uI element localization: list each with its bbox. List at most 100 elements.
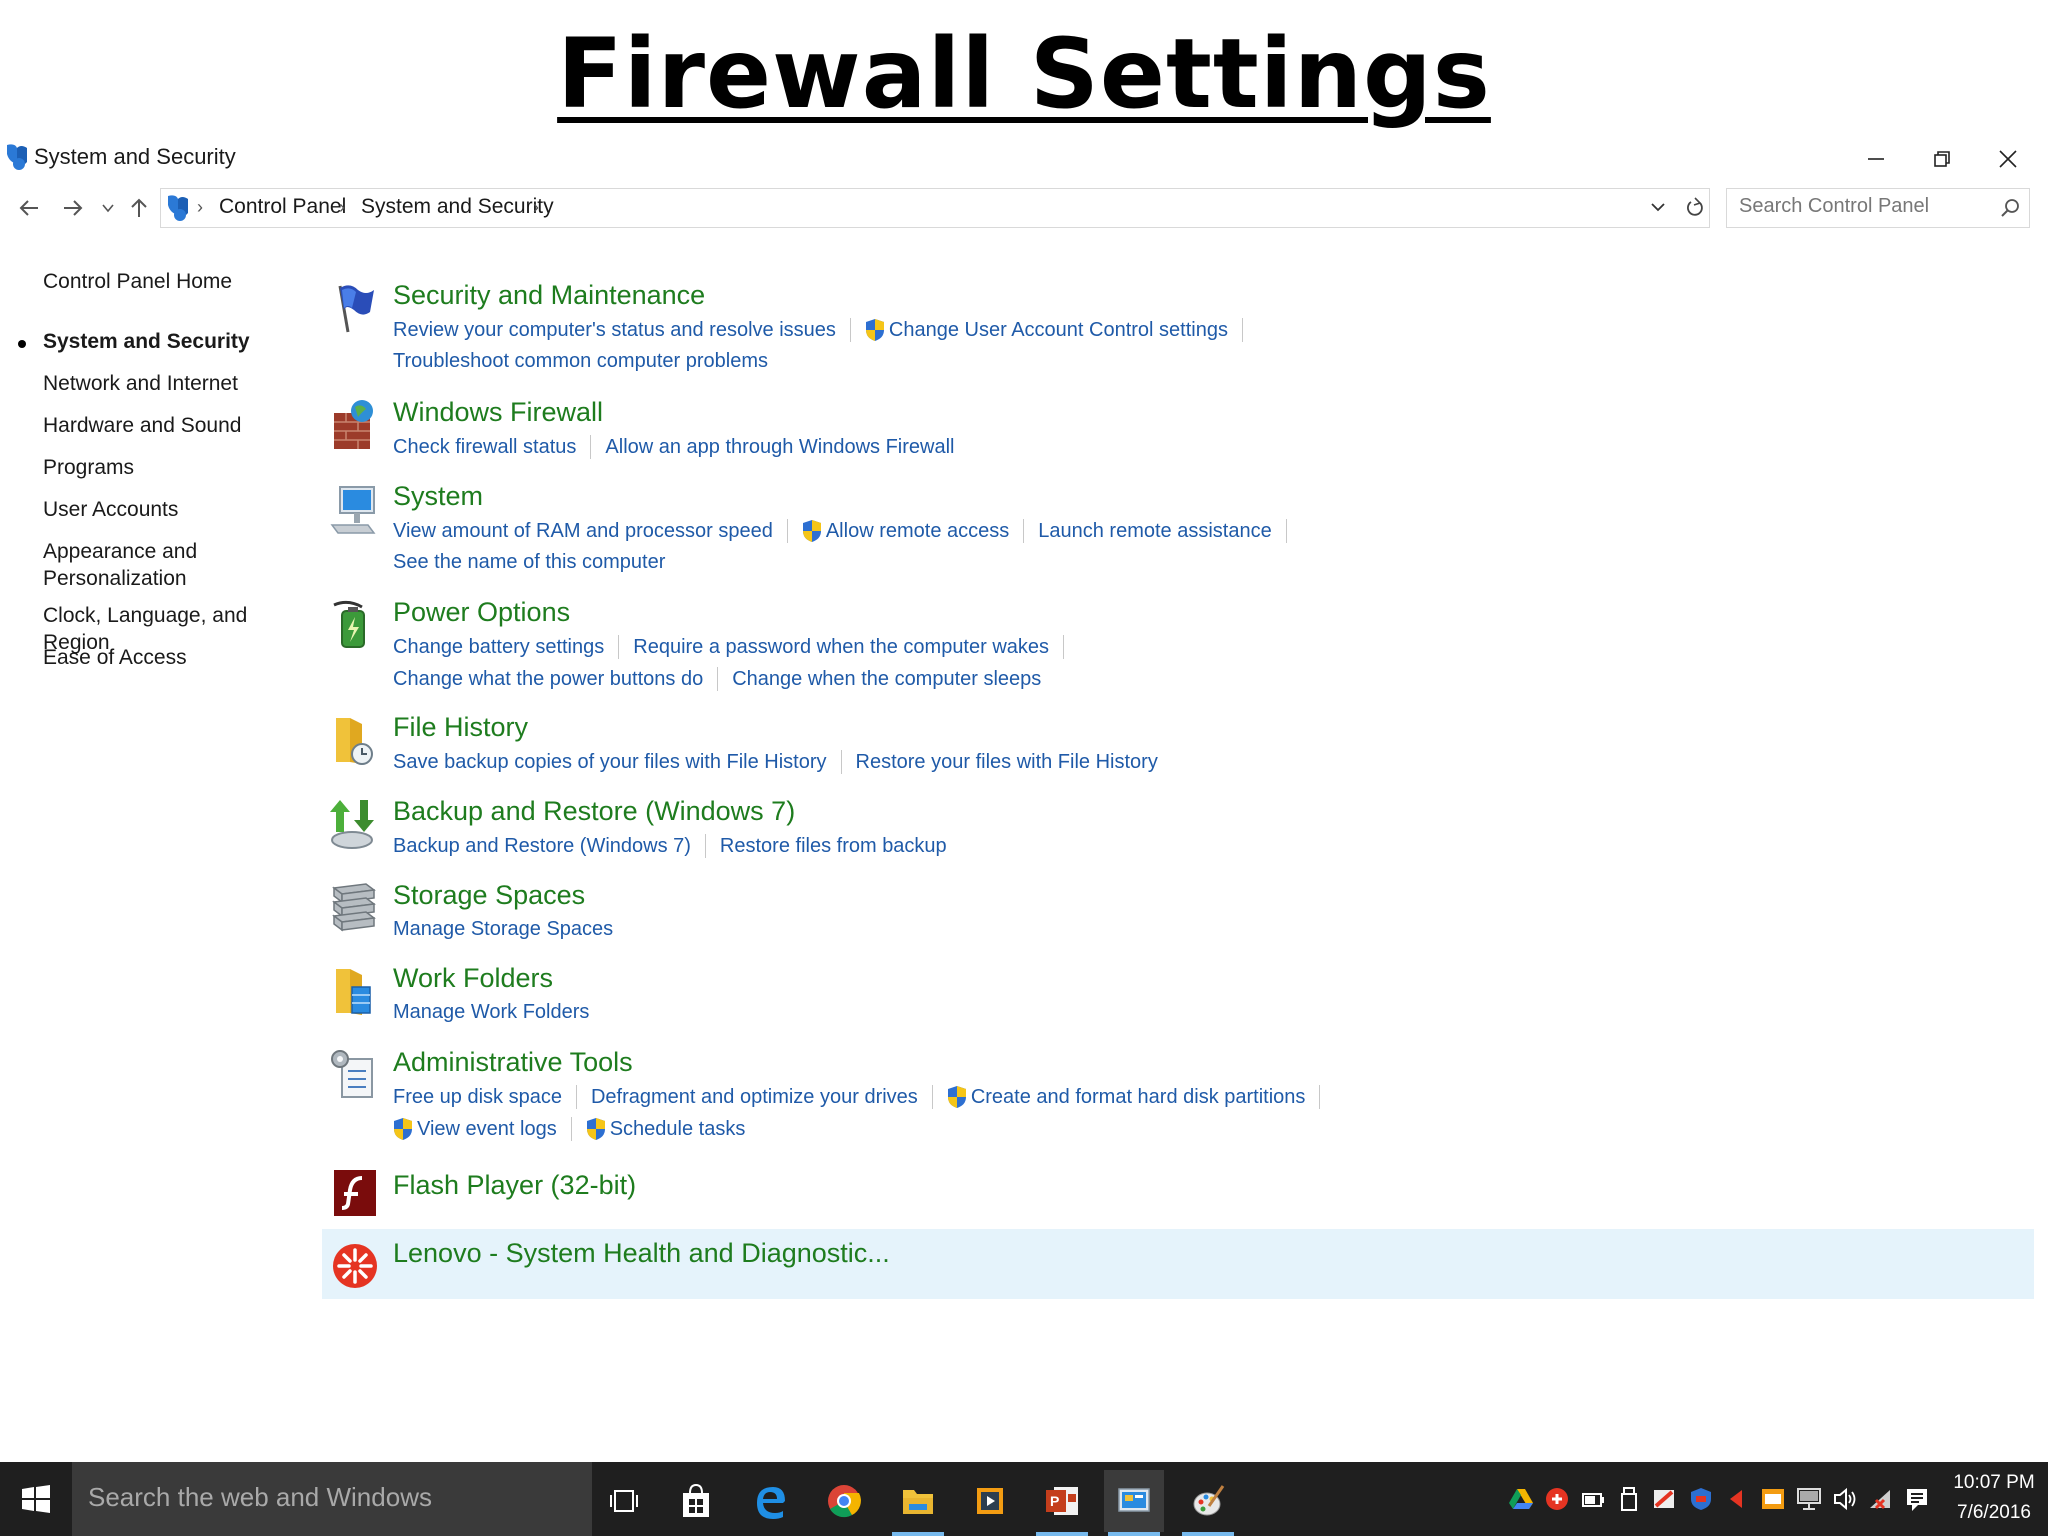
action-center-icon[interactable] [1904,1486,1930,1512]
breadcrumb-chevron-icon[interactable]: › [339,197,345,218]
category-title[interactable]: Backup and Restore (Windows 7) [393,796,795,827]
category-title[interactable]: System [393,481,483,512]
link-troubleshoot[interactable]: Troubleshoot common computer problems [393,350,768,373]
task-view-button[interactable] [594,1470,654,1532]
close-icon [1999,150,2017,168]
close-button[interactable] [1978,138,2038,180]
search-box[interactable] [1726,188,2030,228]
store-button[interactable] [666,1470,726,1532]
minimize-button[interactable] [1846,138,1906,180]
link-launch-remote-assistance[interactable]: Launch remote assistance [1038,520,1271,543]
nav-hardware-and-sound[interactable]: Hardware and Sound [43,412,293,439]
link-allow-app-firewall[interactable]: Allow an app through Windows Firewall [605,436,954,459]
up-button[interactable] [122,190,156,226]
link-computer-sleeps[interactable]: Change when the computer sleeps [732,668,1041,691]
wifi-tray-icon[interactable] [1868,1486,1894,1512]
link-view-event-logs[interactable]: View event logs [417,1118,557,1141]
breadcrumb-system-and-security[interactable]: System and Security [361,195,554,219]
category-title[interactable]: Storage Spaces [393,880,585,911]
nav-user-accounts[interactable]: User Accounts [43,496,293,523]
powerpoint-button[interactable]: P [1032,1470,1092,1536]
minimize-icon [1868,158,1884,160]
link-defragment-drives[interactable]: Defragment and optimize your drives [591,1086,918,1109]
antivirus-tray-icon[interactable] [1544,1486,1570,1512]
notification-arrow-tray-icon[interactable] [1724,1486,1750,1512]
link-schedule-tasks[interactable]: Schedule tasks [610,1118,746,1141]
back-button[interactable] [12,190,46,226]
category-lenovo[interactable]: Lenovo - System Health and Diagnostic... [320,1234,2040,1294]
media-player-button[interactable] [960,1470,1020,1532]
link-manage-storage-spaces[interactable]: Manage Storage Spaces [393,918,613,941]
volume-icon[interactable] [1832,1486,1858,1512]
control-panel-shield-icon [168,195,188,221]
category-power-options: Power Options Change battery settings Re… [320,597,2040,697]
arrow-up-icon [131,198,147,217]
nav-control-panel-home[interactable]: Control Panel Home [43,268,293,295]
link-free-up-disk-space[interactable]: Free up disk space [393,1086,562,1109]
control-panel-icon [1118,1488,1150,1512]
usb-tray-icon[interactable] [1616,1486,1642,1512]
recent-locations-button[interactable] [96,190,120,226]
category-flash-player[interactable]: Flash Player (32-bit) [320,1164,2040,1220]
link-restore-from-backup[interactable]: Restore files from backup [720,835,947,858]
taskbar-search-box[interactable] [72,1462,592,1536]
category-title[interactable]: Windows Firewall [393,397,603,428]
nav-ease-of-access[interactable]: Ease of Access [43,644,293,671]
nav-appearance-and-personalization[interactable]: Appearance and Personalization [43,538,203,592]
link-change-uac[interactable]: Change User Account Control settings [889,319,1228,342]
category-title[interactable]: Power Options [393,597,570,628]
powerpoint-icon: P [1046,1487,1078,1515]
link-allow-remote-access[interactable]: Allow remote access [826,520,1009,543]
link-divider [840,750,842,774]
paint-button[interactable] [1178,1470,1238,1536]
forward-button[interactable] [56,190,90,226]
start-button[interactable] [0,1462,72,1536]
refresh-button[interactable] [1681,193,1709,223]
taskbar-search-input[interactable] [88,1482,568,1513]
control-panel-taskbar-button[interactable] [1104,1470,1164,1536]
link-change-battery-settings[interactable]: Change battery settings [393,636,604,659]
link-view-ram-processor[interactable]: View amount of RAM and processor speed [393,520,773,543]
address-bar[interactable]: › Control Panel › System and Security › [160,188,1710,228]
google-drive-tray-icon[interactable] [1508,1486,1534,1512]
edge-button[interactable] [740,1470,800,1532]
computer-icon [330,486,376,534]
category-title[interactable]: Work Folders [393,963,553,994]
restore-button[interactable] [1912,138,1972,180]
uac-shield-icon [394,1118,412,1140]
breadcrumb-chevron-icon[interactable]: › [533,197,539,218]
link-require-password-wake[interactable]: Require a password when the computer wak… [633,636,1049,659]
security-tray-icon[interactable] [1688,1486,1714,1512]
category-title[interactable]: File History [393,712,528,743]
nav-programs[interactable]: Programs [43,454,293,481]
link-check-firewall-status[interactable]: Check firewall status [393,436,576,459]
search-icon[interactable] [1999,197,2021,219]
display-tray-icon[interactable] [1796,1486,1822,1512]
nav-network-and-internet[interactable]: Network and Internet [43,370,293,397]
category-title[interactable]: Administrative Tools [393,1047,633,1078]
breadcrumb-control-panel[interactable]: Control Panel [219,195,346,219]
link-backup-restore-win7[interactable]: Backup and Restore (Windows 7) [393,835,691,858]
nav-system-and-security[interactable]: System and Security [43,328,293,355]
category-title[interactable]: Lenovo - System Health and Diagnostic... [393,1238,890,1269]
address-dropdown-button[interactable] [1651,197,1665,218]
link-review-status[interactable]: Review your computer's status and resolv… [393,319,836,342]
link-save-backup-copies[interactable]: Save backup copies of your files with Fi… [393,751,827,774]
link-power-buttons[interactable]: Change what the power buttons do [393,668,703,691]
chrome-button[interactable] [814,1470,874,1532]
navigation-row: › Control Panel › System and Security › [0,186,2048,230]
file-explorer-button[interactable] [888,1470,948,1536]
category-title[interactable]: Flash Player (32-bit) [393,1170,636,1201]
link-manage-work-folders[interactable]: Manage Work Folders [393,1001,589,1024]
clock-time[interactable]: 10:07 PM [1944,1472,2044,1494]
search-input[interactable] [1739,195,1989,218]
link-restore-files[interactable]: Restore your files with File History [856,751,1158,774]
category-title[interactable]: Security and Maintenance [393,280,705,311]
app-tray-icon[interactable] [1760,1486,1786,1512]
network-alert-tray-icon[interactable] [1652,1486,1678,1512]
breadcrumb-chevron-icon[interactable]: › [197,197,203,218]
link-create-format-partitions[interactable]: Create and format hard disk partitions [971,1086,1306,1109]
power-tray-icon[interactable] [1580,1486,1606,1512]
clock-date[interactable]: 7/6/2016 [1944,1502,2044,1524]
link-see-computer-name[interactable]: See the name of this computer [393,551,665,574]
